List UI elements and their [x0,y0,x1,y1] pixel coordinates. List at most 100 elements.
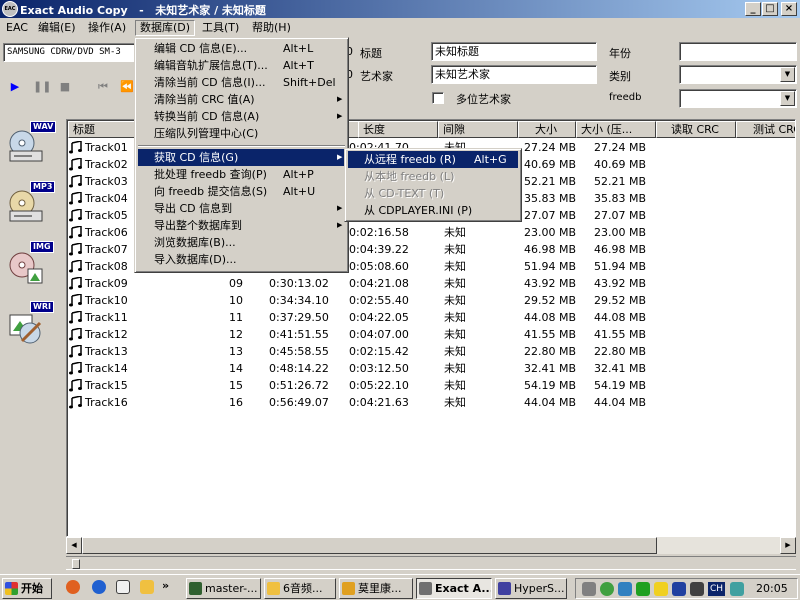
scroll-left-icon[interactable]: ◀ [66,537,82,554]
clock[interactable]: 20:05 [756,582,788,596]
pause-icon[interactable]: ❚❚ [33,80,51,94]
menu-database[interactable]: 数据库(D) [135,20,196,36]
database-menu-item[interactable]: 清除当前 CRC 值(A) ▶ [138,91,345,108]
volume-icon[interactable] [582,582,596,596]
previous-track-icon[interactable]: ⏮ [96,80,110,94]
taskbar-task-button[interactable]: 6音频... [264,578,336,599]
taskbar-task-button[interactable]: Exact A... [416,578,492,599]
database-menu-item[interactable]: 浏览数据库(B)... [138,234,345,251]
table-row[interactable]: Track15 15 0:51:26.72 0:05:22.10 未知 54.19 MB 5… [67,377,795,394]
taskbar-task-button[interactable]: HyperS... [495,578,567,599]
column-header-read-crc[interactable]: 读取 CRC [656,121,736,138]
copy-wav-button[interactable]: WAV [4,121,57,173]
scroll-thumb[interactable] [82,537,657,554]
track-length: 0:04:39.22 [349,243,409,256]
freedb-select[interactable]: ▼ [679,89,797,108]
submenu-arrow-icon: ▶ [337,153,343,161]
database-menu-item[interactable]: 获取 CD 信息(G) ▶ [138,149,345,166]
table-row[interactable]: Track16 16 0:56:49.07 0:04:21.63 未知 44.04 MB 4… [67,394,795,411]
database-menu-item[interactable]: 编辑音轨扩展信息(T)... Alt+T [138,57,345,74]
status-slider[interactable] [72,559,80,569]
database-menu-item[interactable]: 编辑 CD 信息(E)... Alt+L [138,40,345,57]
music-note-icon [69,243,82,256]
table-row[interactable]: Track09 09 0:30:13.02 0:04:21.08 未知 43.92 MB 4… [67,275,795,292]
database-menu-item[interactable]: 转换当前 CD 信息(A) ▶ [138,108,345,125]
quicklaunch-more-icon[interactable]: » [162,579,169,592]
track-start: 0:51:26.72 [269,379,329,392]
year-input[interactable] [679,42,797,61]
column-header-compressed-size[interactable]: 大小 (压... [576,121,656,138]
tray-umbrella-icon[interactable] [636,582,650,596]
database-menu-item[interactable]: 清除当前 CD 信息(I)... Shift+Del [138,74,345,91]
horizontal-scrollbar[interactable]: ◀ ▶ [66,537,796,554]
tray-security-icon[interactable] [672,582,686,596]
database-menu-item[interactable]: 导出整个数据库到 ▶ [138,217,345,234]
maximize-button[interactable]: □ [762,2,778,16]
menu-item-label: 向 freedb 提交信息(S) [154,185,268,198]
minimize-button[interactable]: _ [745,2,761,16]
menu-item-label: 导入数据库(D)... [154,253,237,266]
menu-help[interactable]: 帮助(H) [248,20,295,36]
track-size: 22.80 MB [524,345,577,358]
table-row[interactable]: Track11 11 0:37:29.50 0:04:22.05 未知 44.08 MB 4… [67,309,795,326]
tray-app-icon[interactable] [618,582,632,596]
drive-select[interactable]: SAMSUNG CDRW/DVD SM-3 [3,43,135,62]
title-input[interactable]: 未知标题 [431,42,597,61]
column-header-gap[interactable]: 间隙 [438,121,518,138]
task-label: HyperS... [514,582,565,595]
rewind-icon[interactable]: ⏪ [120,80,134,94]
database-menu-item[interactable]: 批处理 freedb 查询(P) Alt+P [138,166,345,183]
menu-eac[interactable]: EAC [2,20,32,36]
keyboard-icon[interactable] [690,582,704,596]
various-artists-checkbox[interactable] [432,92,444,104]
menu-edit[interactable]: 编辑(E) [34,20,80,36]
track-gap: 未知 [444,226,466,239]
title-bar[interactable]: EAC Exact Audio Copy - 未知艺术家 / 未知标题 _ □ … [0,0,800,18]
warning-icon[interactable] [654,582,668,596]
firefox-icon[interactable] [66,580,80,594]
database-menu-item[interactable]: 压缩队列管理中心(C) [138,125,345,142]
column-header-test-crc[interactable]: 测试 CRC [736,121,795,138]
get-cd-info-item[interactable]: 从远程 freedb (R) Alt+G [348,151,518,168]
track-size: 46.98 MB [524,243,577,256]
table-row[interactable]: Track12 12 0:41:51.55 0:04:07.00 未知 41.55 MB 4… [67,326,795,343]
table-row[interactable]: Track14 14 0:48:14.22 0:03:12.50 未知 32.41 MB 3… [67,360,795,377]
copy-image-button[interactable]: IMG [4,241,54,293]
track-gap: 未知 [444,260,466,273]
write-cd-button[interactable]: WRI [4,301,54,353]
close-button[interactable]: × [781,2,797,16]
taskbar-task-button[interactable]: 莫里康... [339,578,413,599]
network-icon[interactable] [600,582,614,596]
quicklaunch-icon[interactable] [140,580,154,594]
database-menu-item[interactable]: 导入数据库(D)... [138,251,345,268]
app-icon[interactable]: EAC [2,1,18,17]
start-button[interactable]: 开始 [2,578,52,599]
artist-input[interactable]: 未知艺术家 [431,65,597,84]
track-start: 0:30:13.02 [269,277,329,290]
track-compressed-size: 32.41 MB [594,362,647,375]
column-header-length[interactable]: 长度 [358,121,438,138]
copy-mp3-button[interactable]: MP3 [4,181,56,233]
tray-ime-icon[interactable] [730,582,744,596]
taskbar-task-button[interactable]: master-... [186,578,261,599]
database-menu-item[interactable]: 向 freedb 提交信息(S) Alt+U [138,183,345,200]
get-cd-info-submenu: 从远程 freedb (R) Alt+G 从本地 freedb (L) 从 CD-TE… [344,148,522,222]
input-language-indicator[interactable]: CH [708,582,725,596]
internet-explorer-icon[interactable] [92,580,106,594]
table-row[interactable]: Track10 10 0:34:34.10 0:02:55.40 未知 29.52 MB 2… [67,292,795,309]
chevron-down-icon[interactable]: ▼ [780,91,795,106]
chevron-down-icon[interactable]: ▼ [780,67,795,82]
play-icon[interactable]: ▶ [8,80,22,94]
database-menu-item[interactable]: 导出 CD 信息到 ▶ [138,200,345,217]
scroll-right-icon[interactable]: ▶ [780,537,796,554]
track-gap: 未知 [444,362,466,375]
menu-tools[interactable]: 工具(T) [198,20,243,36]
track-size: 40.69 MB [524,158,577,171]
get-cd-info-item[interactable]: 从 CDPLAYER.INI (P) [348,202,518,219]
table-row[interactable]: Track13 13 0:45:58.55 0:02:15.42 未知 22.80 MB 2… [67,343,795,360]
show-desktop-icon[interactable] [116,580,130,594]
stop-icon[interactable]: ■ [58,80,72,94]
menu-action[interactable]: 操作(A) [84,20,130,36]
column-header-size[interactable]: 大小 [518,121,576,138]
genre-select[interactable]: ▼ [679,65,797,84]
